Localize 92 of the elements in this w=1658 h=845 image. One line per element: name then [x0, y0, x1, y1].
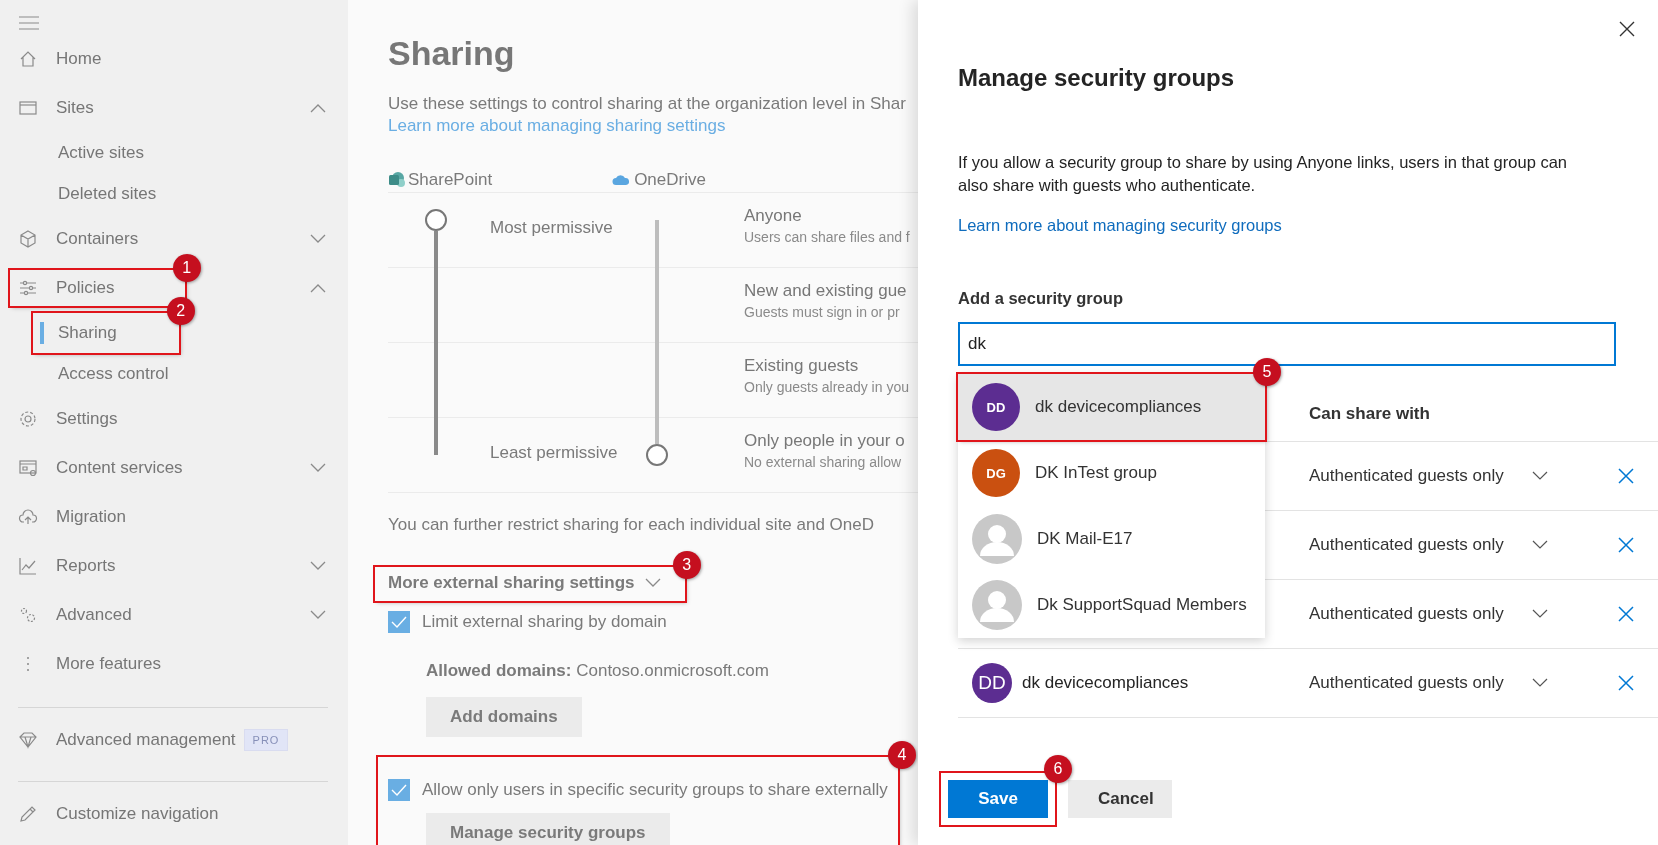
nav-item[interactable]: Customize navigation: [10, 796, 227, 832]
manage-groups-button[interactable]: Manage security groups: [426, 813, 670, 845]
person-avatar-icon: [972, 514, 1022, 564]
nav-item[interactable]: Reports: [10, 547, 186, 584]
learn-more-link[interactable]: Learn more about managing security groups: [958, 216, 1658, 235]
checkbox[interactable]: [388, 779, 410, 801]
chevron-down-icon: [1531, 609, 1548, 619]
diamond-icon: [18, 730, 38, 750]
slider-thumb[interactable]: [425, 209, 447, 231]
add-domains-button[interactable]: Add domains: [426, 697, 582, 737]
checkbox-label: Limit external sharing by domain: [422, 612, 667, 632]
pencil-icon: [18, 804, 38, 824]
chevron-down-icon[interactable]: [310, 233, 326, 244]
slider-label: Most permissive: [490, 218, 613, 238]
chevron-down-icon: [1531, 471, 1548, 481]
learn-more-link[interactable]: Learn more about managing sharing settings: [388, 116, 726, 136]
column-header: Can share with: [1309, 403, 1430, 424]
callout-badge: 6: [1044, 755, 1072, 783]
person-avatar-icon: [972, 580, 1022, 630]
nav-subitem[interactable]: Deleted sites: [33, 173, 219, 214]
callout-badge: 3: [672, 551, 701, 579]
suggestion-option[interactable]: DG DK InTest group: [958, 440, 1265, 506]
page-description: Use these settings to control sharing at the organization level in Shar: [388, 94, 907, 114]
nav-subitem[interactable]: Active sites: [33, 132, 206, 173]
nav-item[interactable]: Settings: [10, 400, 188, 437]
pro-badge: PRO: [243, 729, 289, 751]
nav-item[interactable]: Content services: [10, 449, 253, 486]
close-icon[interactable]: [1619, 21, 1635, 37]
nav-item[interactable]: Advanced management: [10, 722, 244, 758]
group-name: dk devicecompliances: [1022, 673, 1189, 693]
share-dropdown[interactable]: Authenticated guests only: [1309, 531, 1548, 559]
share-dropdown[interactable]: Authenticated guests only: [1309, 600, 1548, 628]
chevron-down-icon: [1531, 678, 1548, 688]
level-description: Guests must sign in or pr: [744, 304, 901, 320]
nav-item[interactable]: Advanced: [10, 596, 202, 633]
level-title: Only people in your o: [744, 431, 906, 451]
chevron-down-icon: [1531, 540, 1548, 550]
share-dropdown[interactable]: Authenticated guests only: [1309, 462, 1548, 490]
sharepoint-label: SharePoint: [388, 170, 493, 190]
field-label: Add a security group: [958, 289, 1125, 308]
chevron-down-icon[interactable]: [310, 609, 326, 620]
search-field[interactable]: dk: [958, 322, 1616, 366]
remove-icon[interactable]: [1617, 675, 1634, 691]
cloud-upload-icon: [18, 506, 38, 527]
gear-icon: [18, 408, 38, 429]
checkbox-label: Allow only users in specific security groups to share externally: [422, 780, 888, 800]
nav-item[interactable]: Home: [10, 40, 172, 77]
level-description: Only guests already in you: [744, 379, 910, 395]
slider-thumb[interactable]: [646, 444, 668, 466]
remove-icon[interactable]: [1617, 606, 1634, 622]
cloud-icon: [612, 174, 631, 186]
level-description: No external sharing allow: [744, 454, 903, 470]
chevron-up-icon[interactable]: [310, 102, 326, 113]
avatar: DD: [972, 663, 1012, 703]
note-text: You can further restrict sharing for each individual site and OneD: [388, 515, 876, 535]
dashboard-gear-icon: [18, 457, 38, 478]
nav-item[interactable]: More features: [10, 645, 231, 682]
menu-icon[interactable]: [19, 16, 39, 30]
panel-title: Manage security groups: [958, 64, 1236, 92]
share-dropdown[interactable]: Authenticated guests only: [1309, 669, 1548, 697]
cube-icon: [18, 228, 38, 249]
nav-item[interactable]: Sites: [10, 89, 164, 126]
suggestion-option[interactable]: Dk SupportSquad Members: [958, 572, 1265, 638]
level-title: New and existing gue: [744, 281, 908, 301]
line-chart-icon: [18, 555, 38, 576]
more-icon: [26, 655, 30, 672]
chevron-down-icon: [644, 578, 661, 588]
nav-item[interactable]: Migration: [10, 498, 196, 535]
callout-badge: 1: [172, 253, 201, 282]
avatar: DD: [972, 383, 1020, 431]
callout-badge: 2: [166, 296, 195, 325]
remove-icon[interactable]: [1617, 468, 1634, 484]
onedrive-label: OneDrive: [612, 170, 706, 190]
allowed-domains-text: Allowed domains: Contoso.onmicrosoft.com: [426, 661, 770, 681]
level-description: Users can share files and f: [744, 229, 911, 245]
checkbox[interactable]: [388, 611, 410, 633]
chevron-down-icon[interactable]: [310, 462, 326, 473]
chevron-down-icon[interactable]: [310, 560, 326, 571]
suggestion-option[interactable]: DK Mail-E17: [958, 506, 1265, 572]
nav-subitem[interactable]: Access control: [33, 353, 231, 394]
slider-label: Least permissive: [490, 443, 618, 463]
panel-description: If you allow a security group to share by using Anyone links, users in that group can also share with guests who authenticate.: [958, 152, 1568, 196]
save-button[interactable]: Save: [948, 780, 1048, 818]
level-title: Anyone: [744, 206, 803, 226]
remove-icon[interactable]: [1617, 537, 1634, 553]
page-title: Sharing: [388, 34, 516, 73]
chevron-up-icon[interactable]: [310, 282, 326, 293]
level-title: Existing guests: [744, 356, 860, 376]
cancel-button[interactable]: Cancel: [1068, 780, 1172, 818]
callout-badge: 4: [888, 741, 916, 769]
slider-track[interactable]: [655, 220, 659, 444]
avatar: DG: [972, 449, 1020, 497]
